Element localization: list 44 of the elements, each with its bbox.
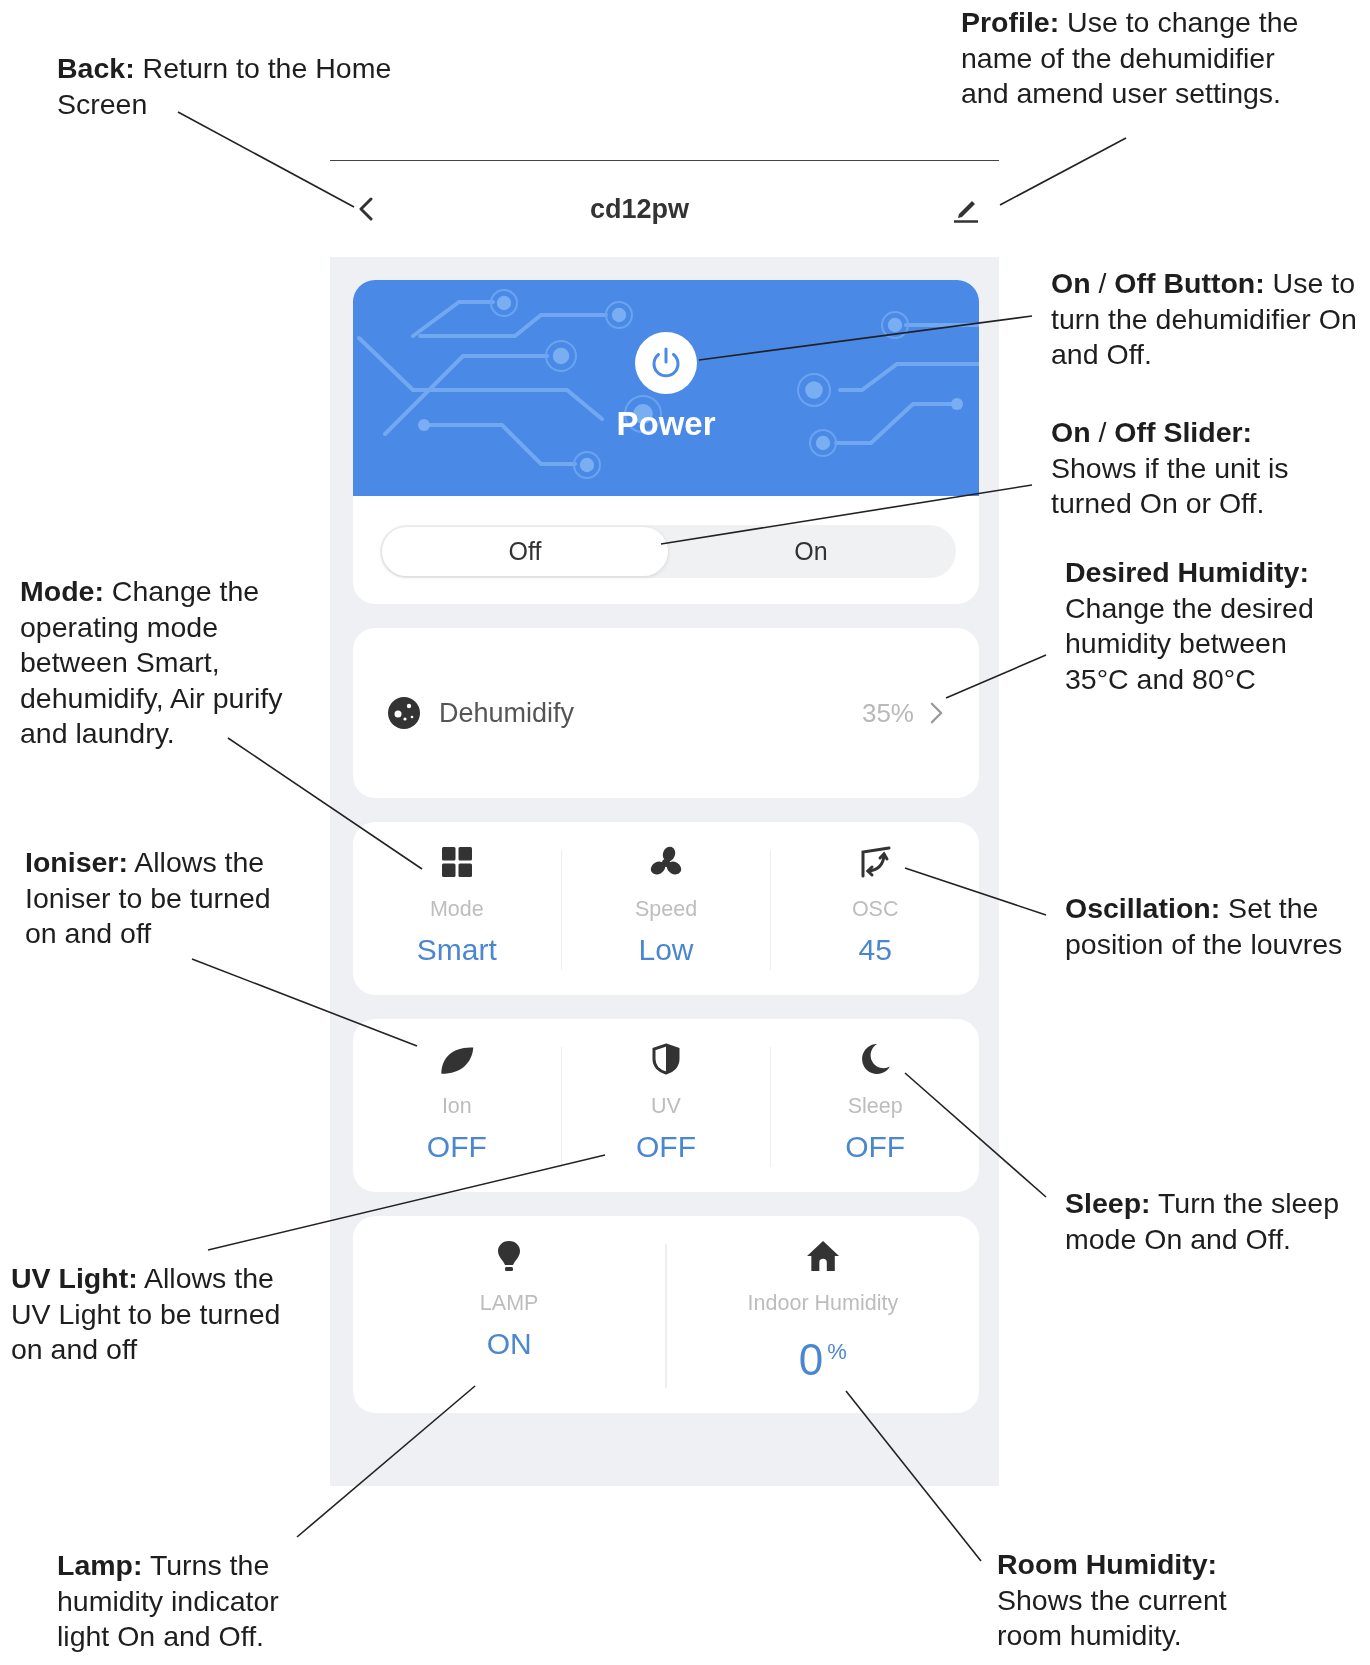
callout-text: Room Humidity: Shows the current room humidity.	[997, 1547, 1227, 1653]
callout-text: Back: Return to the Home Screen	[57, 51, 392, 122]
setting-value[interactable]: Low	[638, 932, 694, 968]
callout-text: Mode: Change the operating mode between Smart, dehumidify, Air purify and laundry.	[20, 574, 283, 751]
power-label: Power	[616, 404, 716, 444]
dotted-circle-icon	[388, 697, 420, 729]
setting-label: Speed	[634, 896, 698, 922]
switch-option[interactable]: Off	[382, 527, 668, 576]
setting-label: Ion	[441, 1093, 472, 1119]
callout-text: Profile: Use to change the name of the dehumidifier and amend user settings.	[961, 5, 1299, 111]
chevron-icon[interactable]	[930, 701, 943, 725]
setting-value[interactable]: 45	[858, 932, 892, 968]
mode-label: Dehumidify	[439, 697, 575, 729]
setting-value[interactable]: ON	[486, 1326, 532, 1362]
grid-icon	[440, 846, 473, 878]
setting-label: Mode	[429, 896, 484, 922]
moon-icon	[859, 1043, 892, 1075]
back-icon[interactable]	[359, 197, 373, 221]
shield-icon	[652, 1043, 680, 1075]
humidity-setpoint: 35%	[861, 697, 914, 729]
setting-label: Indoor Humidity	[747, 1290, 899, 1316]
device-title: cd12pw	[589, 193, 689, 224]
setting-value[interactable]: OFF	[636, 1129, 696, 1165]
setting-label: Sleep	[847, 1093, 903, 1119]
switch-option[interactable]: On	[668, 527, 954, 576]
setting-value[interactable]: Smart	[416, 932, 497, 968]
setting-value[interactable]: OFF	[845, 1129, 906, 1165]
humidity-reading: 0$^{%}$	[798, 1334, 847, 1386]
callout-text: Ioniser: Allows the Ioniser to be turned on and off	[25, 845, 271, 951]
callout-text: Lamp: Turns the humidity indicator light On and Off.	[57, 1548, 279, 1654]
setting-label: UV	[651, 1093, 681, 1119]
callout-text: Sleep: Turn the sleep mode On and Off.	[1065, 1186, 1340, 1257]
callout-text: On / Off Slider: Shows if the unit is turned On or Off.	[1051, 415, 1289, 521]
setting-value[interactable]: OFF	[426, 1129, 487, 1165]
power-icon[interactable]	[635, 332, 697, 394]
house-icon	[805, 1240, 840, 1272]
setting-label: OSC	[851, 896, 899, 922]
bulb-icon	[497, 1240, 522, 1272]
callout-text: UV Light: Allows the UV Light to be turned on and off	[11, 1261, 281, 1367]
callout-text: Oscillation: Set the position of the louvres	[1065, 891, 1343, 962]
on-off-switch[interactable]: Off On	[380, 525, 956, 578]
setting-label: LAMP	[479, 1290, 539, 1316]
callout-text: Desired Humidity: Change the desired humidity between 35°C and 80°C	[1065, 555, 1314, 697]
callout-text: On / Off Button: Use to turn the dehumidifier On and Off.	[1051, 266, 1357, 372]
